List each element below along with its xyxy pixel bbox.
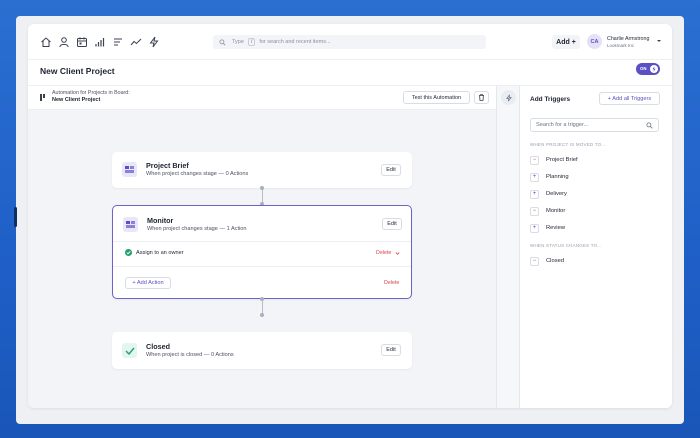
trigger-search-input[interactable]: Search for a trigger...: [530, 118, 659, 132]
app-window: Type / for search and recent items... Ad…: [28, 24, 672, 408]
panel-toggle-column: [496, 86, 520, 408]
global-search[interactable]: Type / for search and recent items...: [213, 35, 486, 49]
trigger-label: Monitor: [546, 208, 566, 214]
resize-handle[interactable]: [14, 207, 17, 227]
search-icon: [646, 122, 653, 129]
toggle-label: ON: [640, 66, 647, 71]
trigger-label: Delivery: [546, 191, 567, 197]
automation-scope-label: Automation for Projects in Board:: [52, 90, 130, 96]
card-title: Closed: [146, 342, 170, 351]
edit-button[interactable]: Edit: [381, 164, 401, 176]
delete-stage-link[interactable]: Delete: [384, 280, 399, 286]
page-title: New Client Project: [40, 66, 115, 76]
section-label-project-moved: WHEN PROJECT IS MOVED TO...: [530, 142, 606, 147]
stage-card-monitor[interactable]: Monitor When project changes stage — 1 A…: [112, 205, 412, 299]
automation-canvas: Project Brief When project changes stage…: [28, 110, 496, 408]
triggers-toggle-button[interactable]: [501, 90, 516, 105]
action-label: Assign to an owner: [136, 250, 184, 256]
minus-icon[interactable]: −: [530, 206, 539, 216]
avatar[interactable]: CA: [587, 34, 602, 49]
card-title: Monitor: [147, 216, 174, 225]
add-button-label: Add: [556, 38, 570, 46]
trigger-item-review[interactable]: + Review: [530, 223, 565, 233]
board-stage-icon: [123, 217, 138, 232]
card-subtitle: When project changes stage — 1 Action: [147, 226, 247, 232]
plus-icon[interactable]: +: [530, 189, 539, 199]
panel-title: Add Triggers: [530, 96, 571, 103]
user-icon[interactable]: [58, 36, 70, 48]
minus-icon[interactable]: −: [530, 256, 539, 266]
edit-button[interactable]: Edit: [382, 218, 402, 230]
plus-icon[interactable]: +: [530, 172, 539, 182]
trigger-label: Closed: [546, 258, 565, 264]
trigger-item-planning[interactable]: + Planning: [530, 172, 569, 182]
trigger-item-delivery[interactable]: + Delivery: [530, 189, 567, 199]
trigger-item-monitor[interactable]: − Monitor: [530, 206, 565, 216]
board-name: New Client Project: [52, 97, 101, 103]
stage-card-closed[interactable]: Closed When project is closed — 0 Action…: [112, 332, 412, 369]
stage-card-project-brief[interactable]: Project Brief When project changes stage…: [112, 152, 412, 188]
chevron-down-icon[interactable]: [395, 251, 400, 256]
home-icon[interactable]: [40, 36, 52, 48]
minus-icon[interactable]: −: [530, 155, 539, 165]
search-hint: for search and recent items...: [259, 39, 331, 45]
automation-info-bar: Automation for Projects in Board: New Cl…: [28, 86, 496, 110]
title-bar: New Client Project ON: [28, 60, 672, 86]
toggle-knob: [650, 65, 658, 73]
card-subtitle: When project changes stage — 0 Actions: [146, 171, 249, 177]
add-all-triggers-button[interactable]: + Add all Triggers: [599, 92, 660, 105]
top-bar: Type / for search and recent items... Ad…: [28, 24, 672, 60]
search-shortcut-key: /: [247, 38, 256, 46]
checkmark-icon: [122, 343, 137, 358]
list-icon[interactable]: [112, 36, 124, 48]
trigger-item-project-brief[interactable]: − Project Brief: [530, 155, 578, 165]
automation-toggle[interactable]: ON: [636, 63, 660, 75]
add-action-button[interactable]: + Add Action: [125, 277, 171, 289]
test-automation-button[interactable]: Test this Automation: [403, 91, 470, 104]
trigger-search-placeholder: Search for a trigger...: [536, 122, 589, 128]
search-icon: [219, 38, 226, 46]
board-stage-icon: [122, 162, 137, 177]
edit-button[interactable]: Edit: [381, 344, 401, 356]
divider: [113, 241, 411, 242]
chevron-down-icon[interactable]: [656, 38, 662, 44]
bar-chart-icon[interactable]: [94, 36, 106, 48]
trigger-label: Planning: [546, 174, 569, 180]
delete-automation-button[interactable]: [474, 91, 489, 104]
card-title: Project Brief: [146, 161, 189, 170]
user-organization: Lookmark Inc: [607, 43, 635, 48]
delete-action-link[interactable]: Delete: [376, 250, 391, 256]
trash-icon: [479, 94, 484, 101]
plus-icon[interactable]: +: [530, 223, 539, 233]
check-circle-icon: [125, 249, 132, 256]
trigger-item-closed[interactable]: − Closed: [530, 256, 564, 266]
connector-dot: [260, 313, 264, 317]
user-name: Charlie Armstrong: [607, 36, 650, 42]
card-subtitle: When project is closed — 0 Actions: [146, 352, 234, 358]
trigger-label: Review: [546, 225, 566, 231]
lightning-icon[interactable]: [148, 36, 160, 48]
triggers-panel: Add Triggers + Add all Triggers Search f…: [520, 86, 672, 408]
section-label-status-changes: WHEN STATUS CHANGES TO...: [530, 243, 602, 248]
board-icon: [40, 94, 45, 101]
lightning-icon: [652, 66, 656, 72]
plus-icon: +: [571, 38, 576, 46]
trigger-label: Project Brief: [546, 157, 578, 163]
add-button[interactable]: Add +: [552, 35, 580, 49]
lightning-icon: [505, 94, 512, 101]
calendar-icon[interactable]: [76, 36, 88, 48]
divider: [113, 266, 411, 267]
search-prefix: Type: [232, 39, 244, 45]
trend-line-icon[interactable]: [130, 36, 142, 48]
